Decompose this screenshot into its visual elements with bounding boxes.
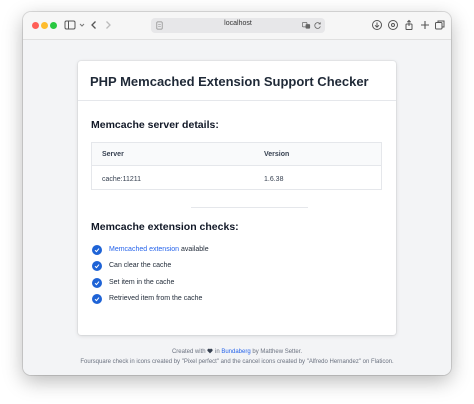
extensions-icon[interactable] [386,18,400,32]
extension-checks-heading: Memcache extension checks: [91,221,239,233]
memcached-extension-link[interactable]: Memcached extension [109,246,179,253]
check-text: Can clear the cache [109,262,172,269]
bundaberg-link[interactable]: Bundaberg [221,349,250,355]
download-icon[interactable] [370,18,384,32]
browser-window: localhost PHP Memcached Extension Suppor… [23,12,451,375]
page-title: PHP Memcached Extension Support Checker [90,74,369,89]
browser-toolbar: localhost [23,12,451,40]
checker-card: PHP Memcached Extension Support Checker … [78,61,396,335]
forward-button[interactable] [101,18,115,32]
table-header: Server Version [92,143,381,166]
section-divider [191,207,308,208]
back-button[interactable] [87,18,101,32]
address-bar[interactable]: localhost [151,18,325,33]
check-item: Memcached extension available [92,244,209,255]
check-circle-icon [92,277,102,288]
check-circle-icon [92,260,102,271]
footer-icon-credits: Foursquare check in icons created by "Pi… [80,359,394,365]
column-header-server: Server [102,151,124,158]
check-text: Retrieved item from the cache [109,295,203,302]
tab-overview-icon[interactable] [433,18,447,32]
reload-icon[interactable] [313,21,322,30]
cell-version: 1.6.38 [264,176,284,183]
check-item: Set item in the cache [92,277,174,288]
server-table: Server Version cache:11211 1.6.38 [91,142,382,190]
check-circle-icon [92,244,102,255]
footer-by: by Matthew Setter. [250,349,303,355]
footer-created-with: Created with [171,349,206,355]
url-text: localhost [224,20,252,27]
check-item: Retrieved item from the cache [92,293,202,304]
check-text: Set item in the cache [109,279,175,286]
new-tab-icon[interactable] [418,18,432,32]
check-item: Can clear the cache [92,260,171,271]
translate-icon[interactable] [302,21,311,30]
minimize-window-button[interactable] [41,22,48,29]
card-header: PHP Memcached Extension Support Checker [78,61,396,101]
cell-server: cache:11211 [102,176,142,183]
column-header-version: Version [264,151,290,158]
server-details-heading: Memcache server details: [91,119,219,131]
footer-credit: Created with in Bundaberg by Matthew Set… [23,348,451,355]
close-window-button[interactable] [32,22,39,29]
check-text: available [179,246,209,253]
page-content: PHP Memcached Extension Support Checker … [23,40,451,375]
maximize-window-button[interactable] [50,22,57,29]
share-icon[interactable] [402,18,416,32]
check-circle-icon [92,293,102,304]
